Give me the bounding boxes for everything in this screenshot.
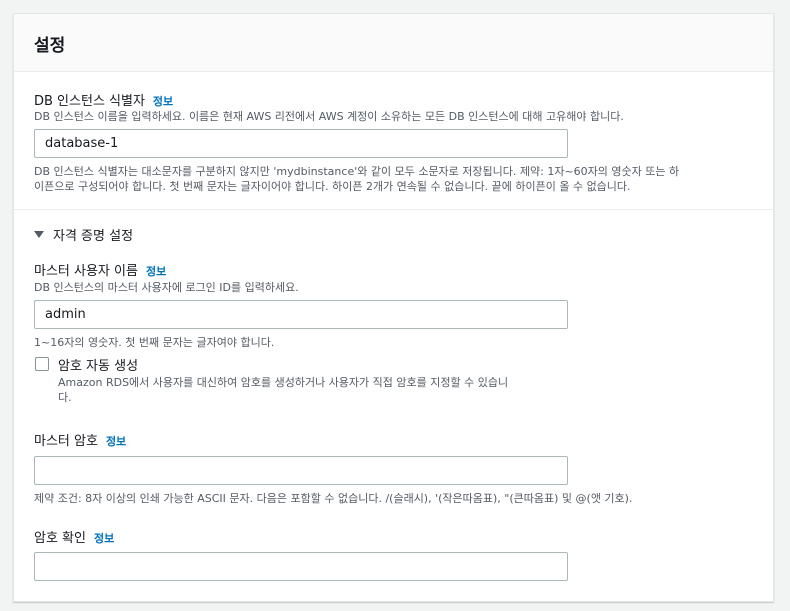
master-username-label: 마스터 사용자 이름	[34, 264, 138, 279]
master-password-label: 마스터 암호	[34, 434, 98, 449]
master-password-constraint: 제약 조건: 8자 이상의 인쇄 가능한 ASCII 문자. 다음은 포함할 수…	[34, 492, 633, 505]
db-identifier-label-row: DB 인스턴스 식별자 정보	[34, 90, 173, 109]
confirm-password-label-row: 암호 확인 정보	[34, 527, 114, 546]
db-identifier-info-link[interactable]: 정보	[153, 95, 173, 108]
section-divider	[14, 209, 773, 210]
caret-down-icon	[34, 231, 44, 238]
master-username-info-link[interactable]: 정보	[146, 265, 166, 278]
db-identifier-description: DB 인스턴스 이름을 입력하세요. 이름은 현재 AWS 리전에서 AWS 계…	[34, 110, 624, 123]
master-username-description: DB 인스턴스의 마스터 사용자에 로그인 ID를 입력하세요.	[34, 281, 299, 294]
auto-password-description-line1: Amazon RDS에서 사용자를 대신하여 암호를 생성하거나 사용자가 직접…	[58, 376, 509, 389]
master-username-constraint: 1~16자의 영숫자. 첫 번째 문자는 글자여야 합니다.	[34, 336, 275, 349]
db-identifier-label: DB 인스턴스 식별자	[34, 94, 145, 109]
db-identifier-constraint-line2: 이픈으로 구성되어야 합니다. 첫 번째 문자는 글자이어야 합니다. 하이픈 …	[34, 180, 631, 193]
panel-title: 설정	[34, 36, 66, 56]
confirm-password-label: 암호 확인	[34, 531, 86, 546]
credentials-section-toggle[interactable]: 자격 증명 설정	[34, 225, 133, 244]
master-username-label-row: 마스터 사용자 이름 정보	[34, 260, 166, 279]
panel-header: 설정	[14, 14, 773, 72]
master-password-info-link[interactable]: 정보	[106, 435, 126, 448]
confirm-password-info-link[interactable]: 정보	[94, 532, 114, 545]
auto-password-description-line2: 다.	[58, 391, 72, 404]
confirm-password-input[interactable]	[34, 552, 568, 581]
settings-panel: 설정 DB 인스턴스 식별자 정보 DB 인스턴스 이름을 입력하세요. 이름은 …	[13, 13, 774, 602]
db-identifier-input[interactable]	[34, 129, 568, 158]
auto-password-label[interactable]: 암호 자동 생성	[58, 355, 138, 374]
auto-password-checkbox[interactable]	[35, 357, 49, 371]
master-password-label-row: 마스터 암호 정보	[34, 430, 126, 449]
master-password-input[interactable]	[34, 456, 568, 485]
master-username-input[interactable]	[34, 300, 568, 329]
db-identifier-constraint-line1: DB 인스턴스 식별자는 대소문자를 구분하지 않지만 'mydbinstanc…	[34, 165, 680, 178]
credentials-section-label: 자격 증명 설정	[53, 229, 134, 244]
